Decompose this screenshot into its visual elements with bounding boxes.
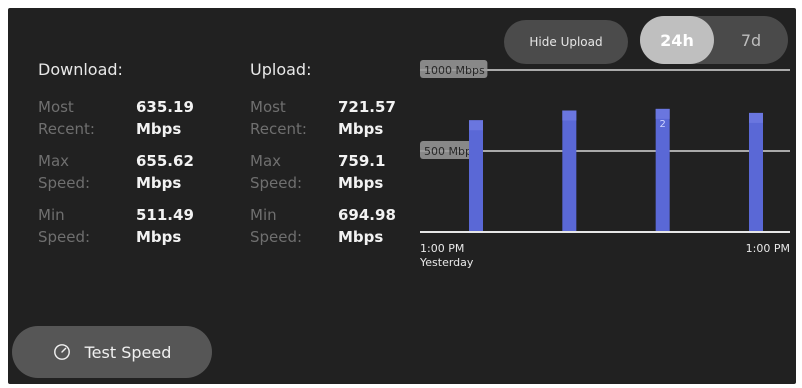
bar-0	[469, 120, 483, 232]
bar-1	[562, 110, 577, 232]
upload-most-recent-value: 721.57 Mbps	[338, 98, 396, 138]
speed-chart: 1000 Mbps500 Mbps21:00 PMYesterday1:00 P…	[419, 60, 790, 269]
upload-min-value: 694.98 Mbps	[338, 206, 396, 246]
upload-max-label: Max Speed:	[250, 152, 303, 192]
download-max-value: 655.62 Mbps	[136, 152, 194, 192]
download-title: Download:	[38, 60, 123, 79]
upload-max-value: 759.1 Mbps	[338, 152, 386, 192]
test-speed-label: Test Speed	[84, 342, 172, 362]
upload-title: Upload:	[250, 60, 312, 79]
reference-label-1000: 1000 Mbps	[424, 64, 485, 77]
download-min-value: 511.49 Mbps	[136, 206, 194, 246]
bar-top-2	[655, 108, 670, 119]
x-tick-right: 1:00 PM	[746, 242, 790, 255]
bar-label-2: 2	[659, 119, 665, 130]
x-tick-left-sub: Yesterday	[419, 256, 474, 269]
upload-min-label: Min Speed:	[250, 206, 303, 246]
bar-top-1	[562, 110, 577, 121]
bar-top-3	[749, 112, 763, 123]
download-max-label: Max Speed:	[38, 152, 91, 192]
download-min-label: Min Speed:	[38, 206, 91, 246]
upload-most-recent-label: Most Recent:	[250, 98, 307, 138]
speedometer-icon	[53, 344, 70, 360]
bar-top-0	[469, 120, 483, 131]
download-most-recent-label: Most Recent:	[38, 98, 95, 138]
test-speed-button[interactable]: Test Speed	[12, 326, 212, 378]
download-most-recent-value: 635.19 Mbps	[136, 98, 194, 138]
bar-3	[749, 112, 763, 232]
x-tick-left: 1:00 PM	[420, 242, 464, 255]
speed-test-panel: Download: Upload: Most Recent: 635.19 Mbps…	[8, 8, 796, 384]
